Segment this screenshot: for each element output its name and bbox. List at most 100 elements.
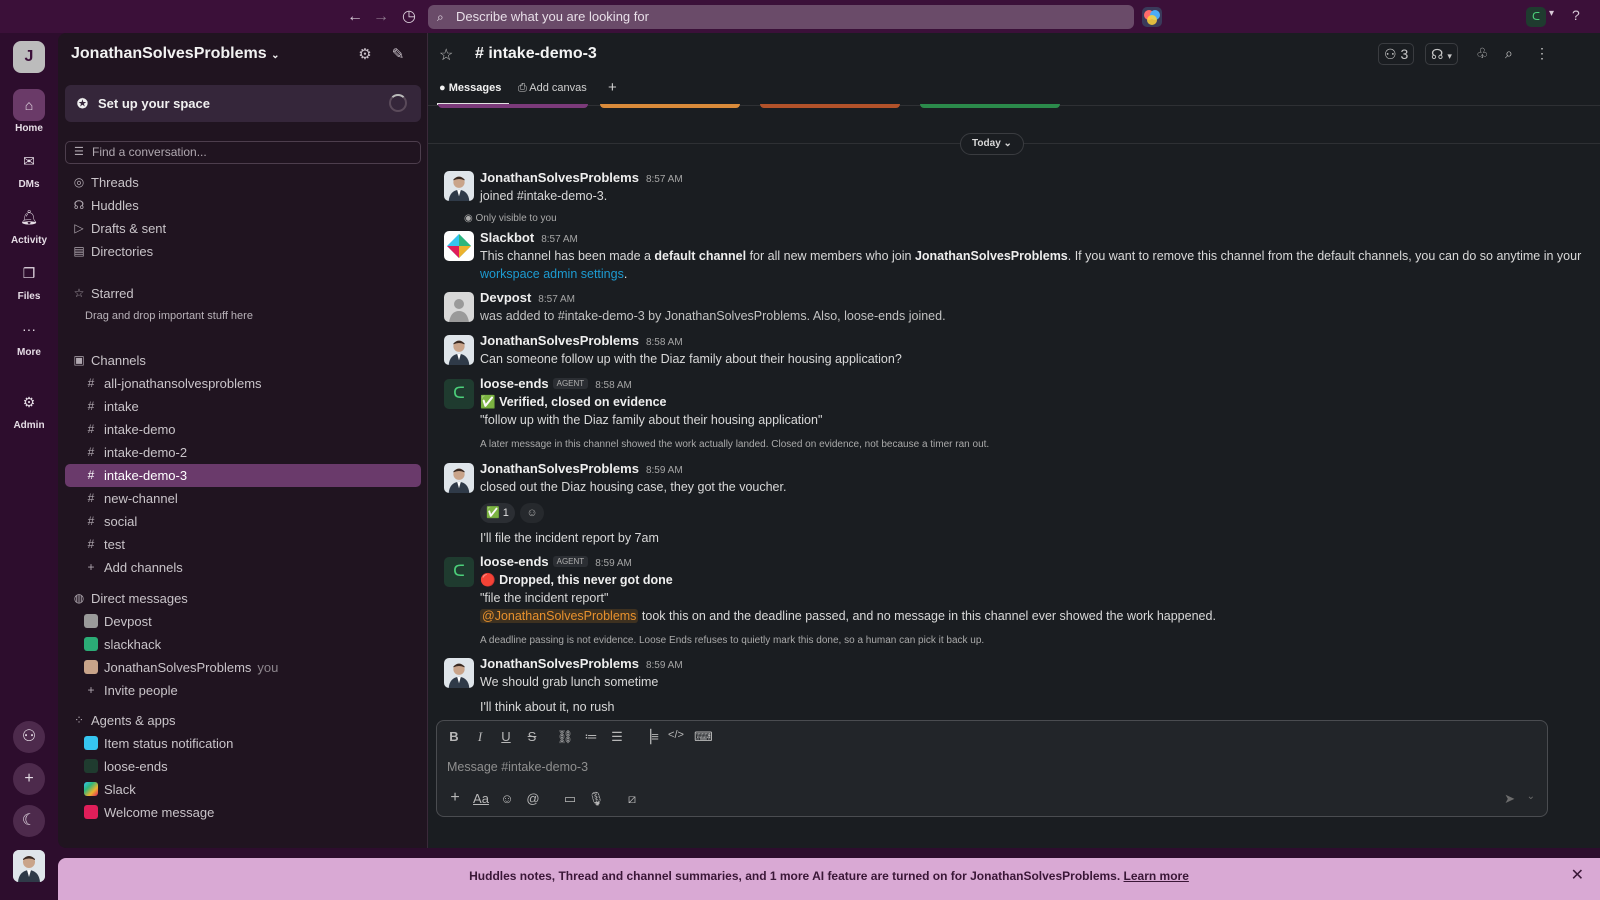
sidebar-channel[interactable]: # test (65, 533, 421, 556)
channel-title[interactable]: # intake-demo-3 (475, 45, 597, 63)
add-tab-plus-icon[interactable]: + (608, 79, 617, 96)
formatting-toggle-icon[interactable]: Aa (472, 791, 490, 806)
workspace-name[interactable]: JonathanSolvesProblems ⌄ (71, 45, 279, 63)
members-button[interactable]: ⚇ 3 (1378, 43, 1415, 65)
sidebar-channel[interactable]: # new-channel (65, 487, 421, 510)
message-author[interactable]: loose-ends AGENT 8:59 AM (480, 554, 632, 569)
sidebar-channel[interactable]: # intake-demo-2 (65, 441, 421, 464)
ordered-list-icon[interactable]: ≔ (582, 729, 600, 745)
section-agents-apps[interactable]: ⁘ Agents & apps (65, 709, 421, 732)
sidebar-channel-active[interactable]: # intake-demo-3 (65, 464, 421, 487)
message-time[interactable]: 8:59 AM (595, 558, 632, 569)
attach-plus-icon[interactable]: + (446, 789, 464, 807)
workspace-switcher[interactable]: J (13, 41, 45, 73)
italic-icon[interactable]: I (471, 729, 489, 745)
message-time[interactable]: 8:58 AM (646, 337, 683, 348)
invite-people-button[interactable]: + Invite people (65, 679, 421, 702)
add-teammate-icon[interactable]: ⚇ (13, 721, 45, 753)
code-block-icon[interactable]: ⌨ (694, 729, 713, 745)
sidebar-app[interactable]: loose-ends (65, 755, 421, 778)
setup-space-button[interactable]: ✪ Set up your space (65, 85, 421, 122)
star-icon[interactable]: ☆ (439, 45, 453, 65)
loose-ends-avatar[interactable]: ᑕ (444, 379, 474, 409)
sidebar-channel[interactable]: # intake (65, 395, 421, 418)
sidebar-channel[interactable]: # social (65, 510, 421, 533)
rail-home[interactable]: ⌂ Home (0, 89, 58, 134)
close-icon[interactable]: ✕ (1571, 858, 1584, 894)
profile-status-icon[interactable]: ᑕ (1526, 7, 1546, 27)
sidebar-item-drafts[interactable]: ▷ Drafts & sent (65, 217, 421, 240)
message-author[interactable]: Devpost 8:57 AM (480, 290, 575, 305)
mention-icon[interactable]: @ (524, 791, 542, 806)
message-time[interactable]: 8:57 AM (541, 234, 578, 245)
link-icon[interactable]: ⛓ (556, 729, 574, 745)
strikethrough-icon[interactable]: S (523, 729, 541, 744)
kebab-menu-icon[interactable]: ⋮ (1535, 45, 1549, 62)
composer-input[interactable]: Message #intake-demo-3 (447, 760, 588, 774)
loose-ends-avatar[interactable]: ᑕ (444, 557, 474, 587)
find-conversation-input[interactable]: ☰ Find a conversation... (65, 141, 421, 164)
search-icon[interactable]: ⌕ (1505, 45, 1513, 62)
notifications-icon[interactable]: ♧ (1476, 45, 1489, 62)
video-icon[interactable]: ▭ (561, 791, 579, 807)
admin-settings-link[interactable]: workspace admin settings (480, 267, 624, 281)
message-time[interactable]: 8:59 AM (646, 660, 683, 671)
user-mention[interactable]: @JonathanSolvesProblems (480, 609, 639, 623)
avatar[interactable] (13, 850, 45, 882)
forward-arrow-icon[interactable]: → (370, 6, 392, 28)
section-starred[interactable]: ☆ Starred (65, 282, 421, 305)
underline-icon[interactable]: U (497, 729, 515, 744)
message-author[interactable]: JonathanSolvesProblems 8:59 AM (480, 656, 683, 671)
tab-add-canvas[interactable]: ⎙ Add canvas (518, 82, 587, 95)
emoji-icon[interactable]: ☺ (498, 791, 516, 806)
learn-more-link[interactable]: Learn more (1124, 869, 1189, 883)
message-composer[interactable]: B I U S ⛓ ≔ ☰ ▕≡ </> ⌨ Message #intake-d… (436, 720, 1548, 817)
message-time[interactable]: 8:59 AM (646, 465, 683, 476)
back-arrow-icon[interactable]: ← (344, 6, 366, 28)
search-input[interactable]: ⌕ Describe what you are looking for (428, 5, 1134, 29)
settings-gear-icon[interactable]: ⚙ (355, 45, 375, 65)
rail-dms[interactable]: ✉ DMs (0, 145, 58, 190)
avatar[interactable] (444, 463, 474, 493)
history-icon[interactable]: ◷ (398, 6, 420, 28)
rail-activity[interactable]: 🔔︎ Activity (0, 201, 58, 246)
sidebar-app[interactable]: Welcome message (65, 801, 421, 824)
send-icon[interactable]: ➤ (1504, 791, 1515, 807)
chevron-down-icon[interactable]: ⌄ (1527, 791, 1535, 802)
sidebar-channel[interactable]: # intake-demo (65, 418, 421, 441)
message-author[interactable]: JonathanSolvesProblems 8:59 AM (480, 461, 683, 476)
sidebar-channel[interactable]: # all-jonathansolvesproblems (65, 372, 421, 395)
message-author[interactable]: loose-ends AGENT 8:58 AM (480, 376, 632, 391)
sidebar-item-directories[interactable]: ▤ Directories (65, 240, 421, 263)
sidebar-item-threads[interactable]: ◎ Threads (65, 171, 421, 194)
add-channels-button[interactable]: + Add channels (65, 556, 421, 579)
code-icon[interactable]: </> (667, 729, 685, 741)
avatar[interactable] (444, 171, 474, 201)
compose-icon[interactable]: ✎ (388, 45, 408, 65)
sidebar-app[interactable]: Item status notification (65, 732, 421, 755)
tab-messages[interactable]: ● Messages (439, 82, 501, 94)
add-reaction-icon[interactable]: ☺ (520, 503, 544, 523)
message-time[interactable]: 8:57 AM (646, 174, 683, 185)
huddle-button[interactable]: ☊ ▾ (1425, 43, 1458, 65)
help-icon[interactable]: ? (1572, 7, 1580, 23)
plus-icon[interactable]: + (13, 763, 45, 795)
bold-icon[interactable]: B (445, 729, 463, 744)
section-direct-messages[interactable]: ◍ Direct messages (65, 587, 421, 610)
section-channels[interactable]: ▣ Channels (65, 349, 421, 372)
avatar[interactable] (444, 658, 474, 688)
message-author[interactable]: JonathanSolvesProblems 8:57 AM (480, 170, 683, 185)
slackbot-avatar[interactable] (444, 231, 474, 261)
sidebar-dm[interactable]: slackhack (65, 633, 421, 656)
slash-command-icon[interactable]: ⧄ (623, 791, 641, 807)
message-time[interactable]: 8:57 AM (538, 294, 575, 305)
devpost-avatar[interactable] (444, 292, 474, 322)
ai-assistant-icon[interactable] (1142, 7, 1162, 27)
sidebar-dm[interactable]: JonathanSolvesProblems you (65, 656, 421, 679)
rail-admin[interactable]: ⚙ Admin (0, 386, 58, 431)
date-divider[interactable]: Today ⌄ (960, 133, 1024, 155)
bullet-list-icon[interactable]: ☰ (608, 729, 626, 745)
message-time[interactable]: 8:58 AM (595, 380, 632, 391)
sidebar-dm[interactable]: Devpost (65, 610, 421, 633)
blockquote-icon[interactable]: ▕≡ (641, 729, 659, 745)
